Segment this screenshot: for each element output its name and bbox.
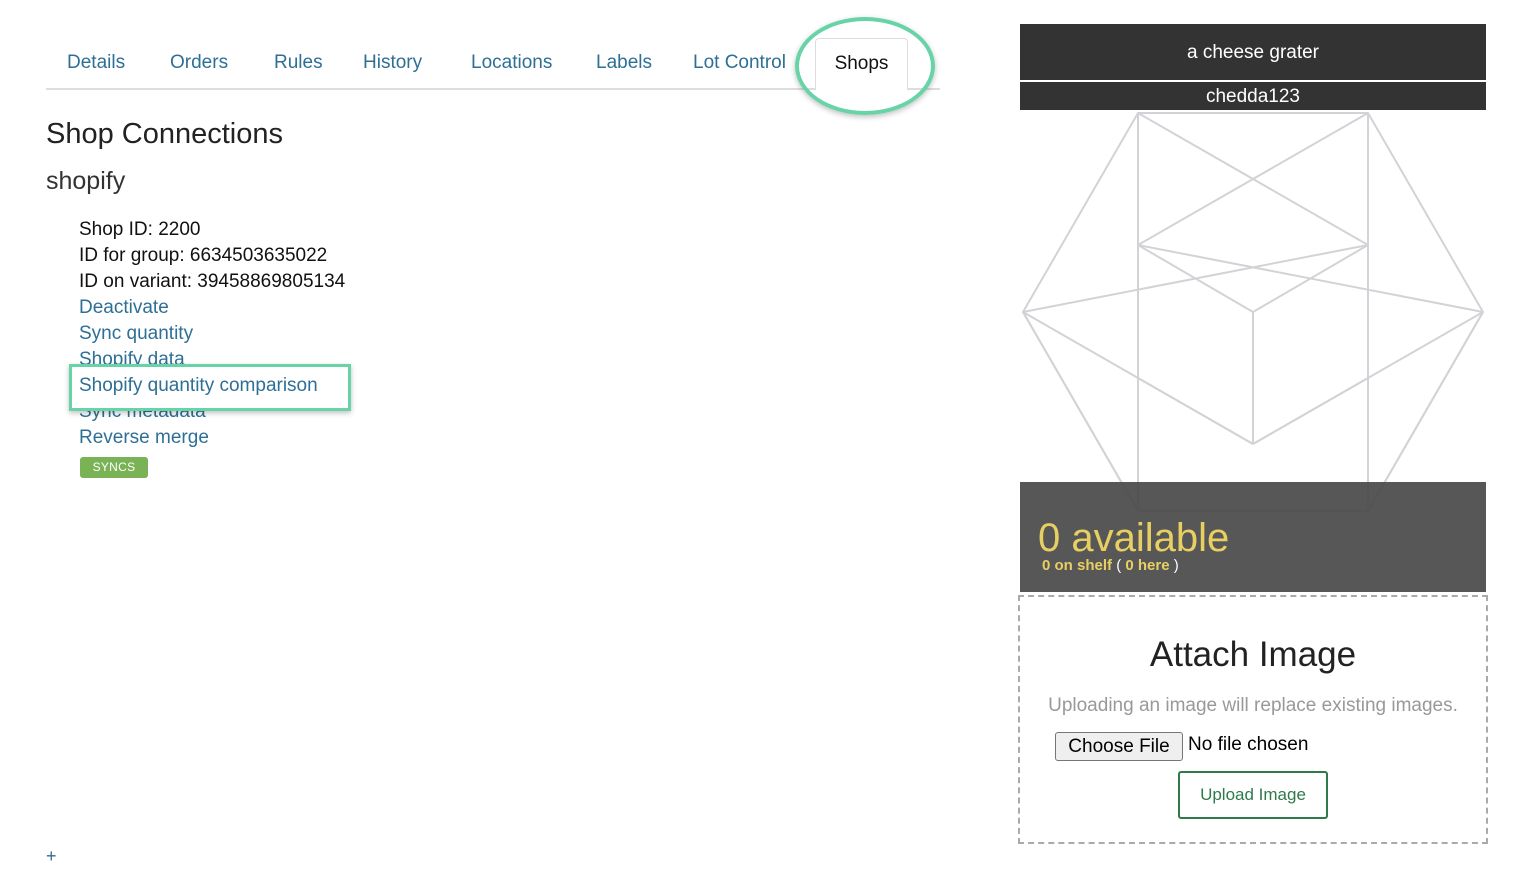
page-title: Shop Connections bbox=[46, 118, 283, 150]
on-shelf-link[interactable]: 0 on shelf bbox=[1042, 557, 1112, 574]
product-sku: chedda123 bbox=[1020, 82, 1486, 110]
attach-image-dropzone[interactable]: Attach Image Uploading an image will rep… bbox=[1018, 595, 1488, 844]
shop-id: Shop ID: 2200 bbox=[79, 219, 201, 240]
image-placeholder-icon bbox=[1021, 112, 1485, 512]
close-paren: ) bbox=[1173, 557, 1179, 574]
open-paren: ( bbox=[1116, 557, 1122, 574]
attach-image-note: Uploading an image will replace existing… bbox=[1048, 695, 1458, 716]
group-id: ID for group: 6634503635022 bbox=[79, 245, 328, 266]
available-count: 0 available bbox=[1038, 516, 1230, 560]
shop-name-heading: shopify bbox=[46, 167, 126, 195]
tab-labels[interactable]: Labels bbox=[596, 38, 652, 88]
reverse-merge-link[interactable]: Reverse merge bbox=[79, 427, 209, 449]
product-title: a cheese grater bbox=[1020, 24, 1486, 80]
add-icon[interactable]: + bbox=[46, 846, 57, 867]
tab-locations[interactable]: Locations bbox=[471, 38, 552, 88]
file-status-text: No file chosen bbox=[1188, 734, 1309, 755]
tab-highlight-ring bbox=[795, 17, 935, 115]
attach-image-title: Attach Image bbox=[1149, 635, 1357, 674]
sync-quantity-link[interactable]: Sync quantity bbox=[79, 323, 193, 345]
availability-panel: 0 available 0 on shelf ( 0 here ) bbox=[1020, 482, 1486, 592]
stock-breakdown: 0 on shelf ( 0 here ) bbox=[1042, 557, 1179, 574]
quantity-comparison-link[interactable]: Shopify quantity comparison bbox=[79, 375, 318, 397]
upload-image-button[interactable]: Upload Image bbox=[1178, 771, 1328, 819]
tab-rules[interactable]: Rules bbox=[274, 38, 323, 88]
variant-id: ID on variant: 39458869805134 bbox=[79, 271, 346, 292]
tab-orders[interactable]: Orders bbox=[170, 38, 228, 88]
tab-lot-control[interactable]: Lot Control bbox=[693, 38, 786, 88]
tab-history[interactable]: History bbox=[363, 38, 422, 88]
choose-file-button[interactable]: Choose File bbox=[1055, 732, 1183, 761]
deactivate-link[interactable]: Deactivate bbox=[79, 297, 169, 319]
tab-details[interactable]: Details bbox=[67, 38, 125, 88]
syncs-badge: SYNCS bbox=[80, 457, 148, 478]
here-link[interactable]: 0 here bbox=[1125, 557, 1169, 574]
